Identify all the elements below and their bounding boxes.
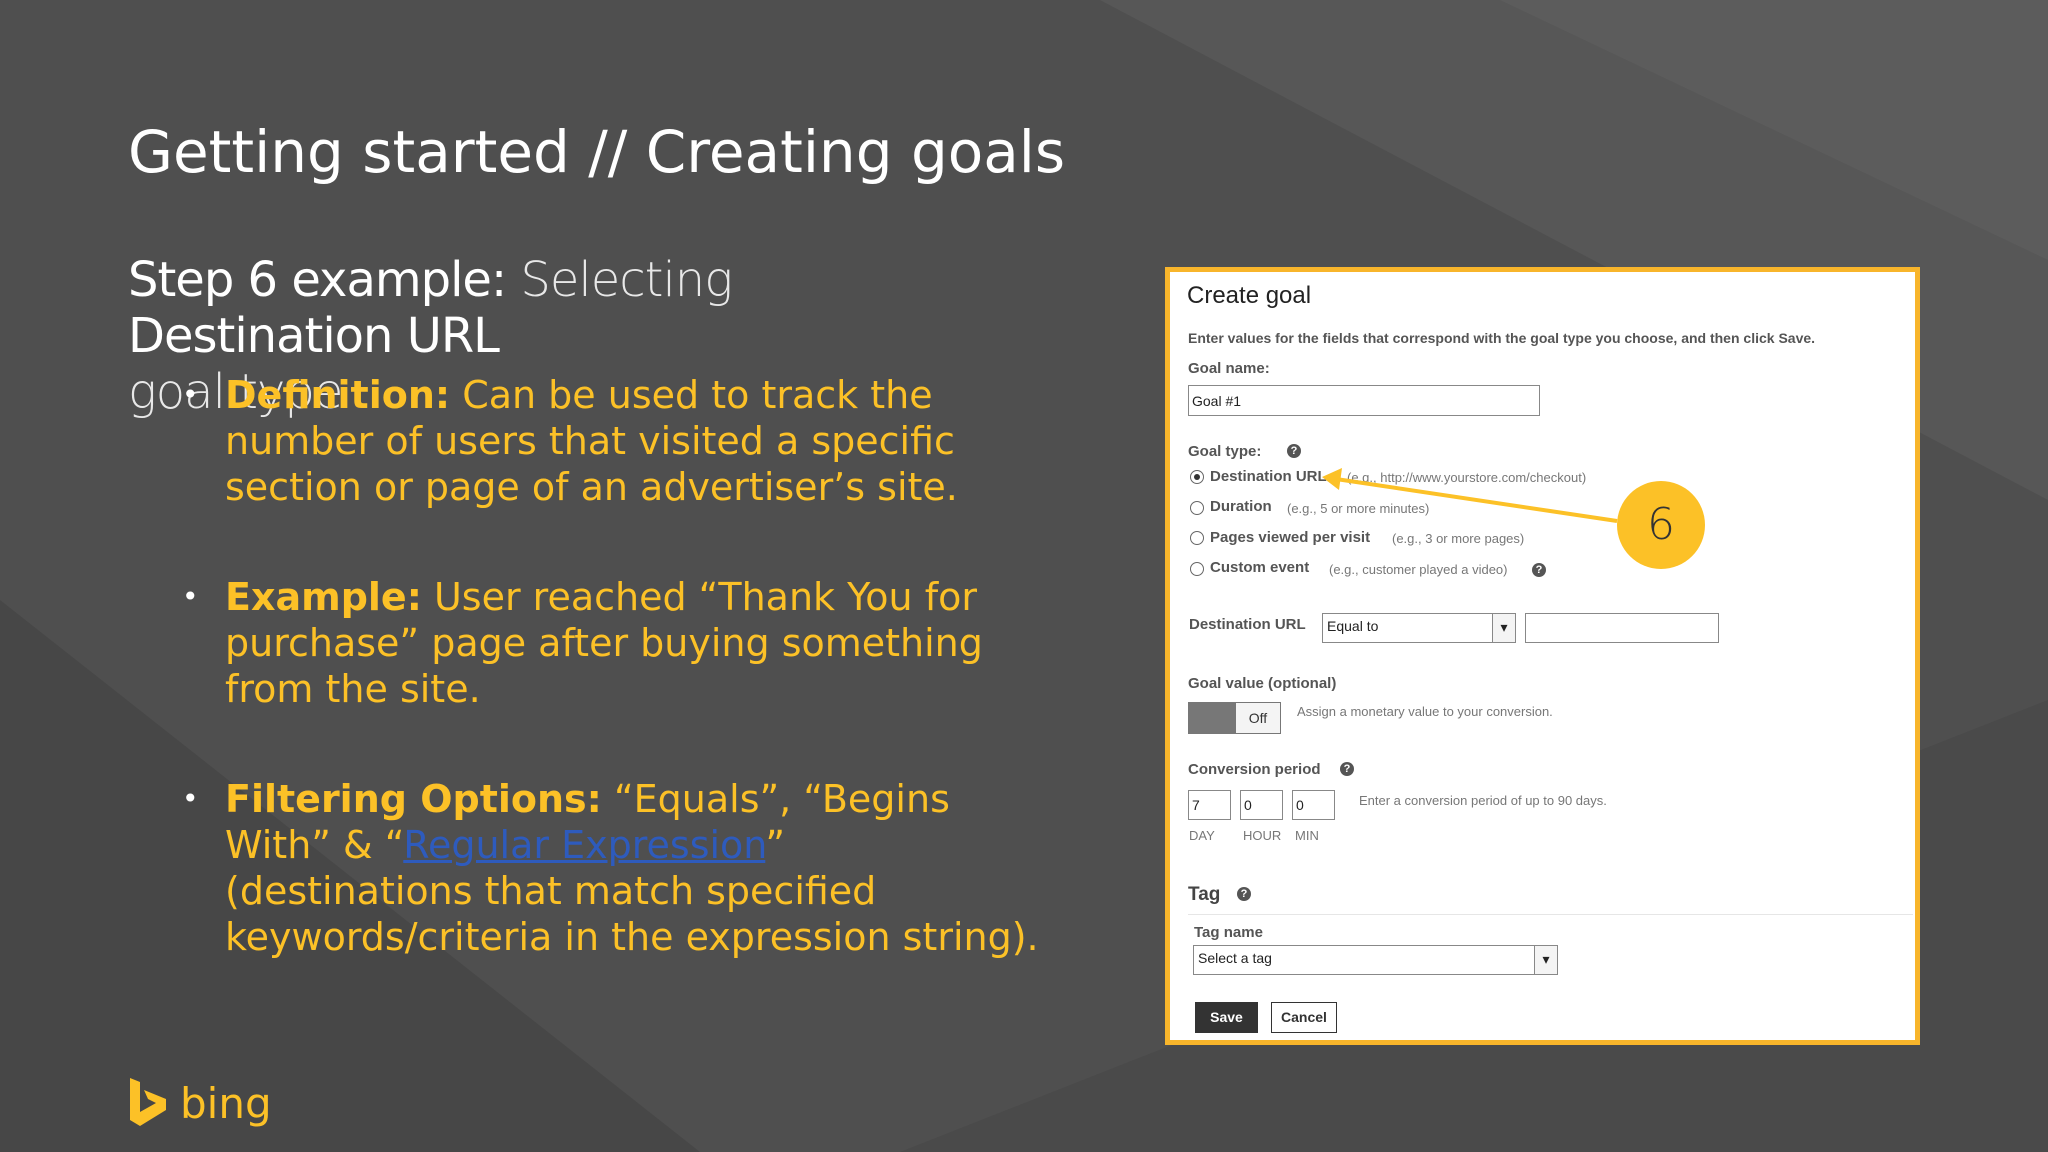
bullet-lead: Definition: (225, 373, 451, 417)
slide-title: Getting started // Creating goals (128, 118, 1066, 186)
hint-destination-url: (e.g., http://www.yourstore.com/checkout… (1347, 470, 1587, 485)
bullet-dot: • (182, 782, 199, 815)
custom-event-help-icon[interactable]: ? (1532, 563, 1546, 577)
goal-name-input[interactable] (1188, 385, 1540, 416)
bullet-lead: Filtering Options: (225, 777, 602, 821)
radio-duration[interactable] (1190, 501, 1204, 515)
unit-hour: HOUR (1243, 828, 1282, 843)
regular-expression-link[interactable]: Regular Expression (403, 823, 765, 867)
goal-value-toggle[interactable]: Off (1188, 702, 1281, 734)
goal-type-help-icon[interactable]: ? (1287, 444, 1301, 458)
chevron-down-icon: ▾ (1534, 946, 1557, 974)
goal-type-label: Goal type: (1188, 443, 1262, 460)
bullet-definition: • Definition: Can be used to track the n… (182, 372, 1042, 510)
destination-url-input[interactable] (1525, 613, 1719, 643)
goal-value-hint: Assign a monetary value to your conversi… (1297, 704, 1553, 719)
period-hour-input[interactable] (1240, 790, 1283, 820)
dialog-description: Enter values for the fields that corresp… (1188, 330, 1816, 346)
bing-mark-icon (130, 1078, 166, 1126)
subtitle-selecting: Selecting (506, 252, 733, 308)
tag-help-icon[interactable]: ? (1237, 887, 1251, 901)
conversion-period-hint: Enter a conversion period of up to 90 da… (1359, 793, 1607, 808)
tag-name-label: Tag name (1194, 924, 1263, 941)
bing-logo: bing (128, 1078, 272, 1128)
unit-day: DAY (1189, 828, 1215, 843)
unit-min: MIN (1295, 828, 1319, 843)
save-button[interactable]: Save (1195, 1002, 1258, 1033)
tag-select[interactable]: Select a tag ▾ (1193, 945, 1558, 975)
dialog-title: Create goal (1187, 282, 1312, 309)
radio-pages-viewed[interactable] (1190, 531, 1204, 545)
bing-wordmark: bing (180, 1078, 272, 1128)
goal-value-label: Goal value (optional) (1188, 675, 1337, 692)
bullet-dot: • (182, 378, 199, 411)
goal-name-label: Goal name: (1188, 360, 1270, 377)
bullet-example: • Example: User reached “Thank You for p… (182, 574, 1042, 712)
radio-destination-url[interactable] (1190, 470, 1204, 484)
destination-operator-select[interactable]: Equal to ▾ (1322, 613, 1516, 643)
hint-custom-event: (e.g., customer played a video) (1329, 562, 1508, 577)
destination-operator-value: Equal to (1327, 618, 1379, 634)
conversion-period-help-icon[interactable]: ? (1340, 762, 1354, 776)
toggle-state-label: Off (1235, 702, 1281, 734)
destination-url-label: Destination URL (1189, 616, 1306, 633)
bullet-list: • Definition: Can be used to track the n… (182, 372, 1042, 1024)
cancel-button[interactable]: Cancel (1271, 1002, 1337, 1033)
subtitle-goal-type-name: Destination URL (128, 308, 500, 364)
bullet-dot: • (182, 580, 199, 613)
radio-label-duration[interactable]: Duration (1210, 498, 1272, 515)
radio-label-pages-viewed[interactable]: Pages viewed per visit (1210, 529, 1370, 546)
period-day-input[interactable] (1188, 790, 1231, 820)
radio-custom-event[interactable] (1190, 562, 1204, 576)
tag-divider (1188, 914, 1913, 915)
bullet-lead: Example: (225, 575, 422, 619)
period-min-input[interactable] (1292, 790, 1335, 820)
tag-section-header: Tag (1188, 884, 1221, 905)
subtitle-step: Step 6 example: (128, 252, 507, 308)
chevron-down-icon: ▾ (1492, 614, 1515, 642)
step-number-badge: 6 (1617, 481, 1705, 569)
conversion-period-label: Conversion period (1188, 761, 1321, 778)
hint-pages-viewed: (e.g., 3 or more pages) (1392, 531, 1525, 546)
create-goal-dialog: Create goal Enter values for the fields … (1165, 267, 1920, 1045)
tag-select-value: Select a tag (1198, 950, 1272, 966)
bullet-filtering: • Filtering Options: “Equals”, “Begins W… (182, 776, 1042, 960)
radio-label-destination-url[interactable]: Destination URL (1210, 468, 1327, 485)
hint-duration: (e.g., 5 or more minutes) (1287, 501, 1430, 516)
radio-label-custom-event[interactable]: Custom event (1210, 559, 1309, 576)
